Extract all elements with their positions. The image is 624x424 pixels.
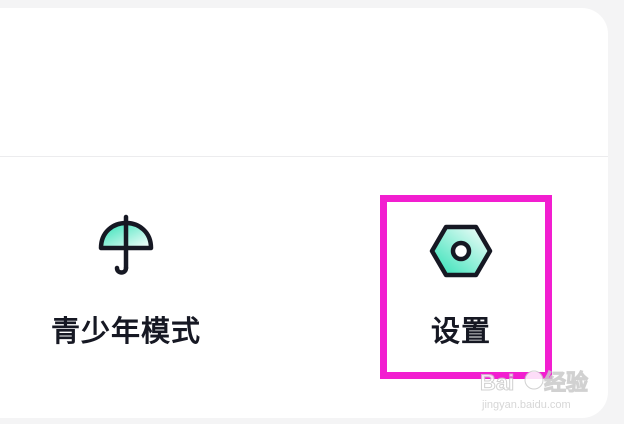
settings-button[interactable]: 设置 <box>361 182 561 352</box>
hex-nut-settings-icon <box>429 224 493 278</box>
top-blank-area <box>0 8 608 156</box>
umbrella-icon <box>98 214 154 275</box>
divider <box>0 156 608 157</box>
teen-mode-label: 青少年模式 <box>50 314 201 348</box>
settings-label: 设置 <box>430 314 491 348</box>
teen-mode-button[interactable]: 青少年模式 <box>26 182 226 352</box>
